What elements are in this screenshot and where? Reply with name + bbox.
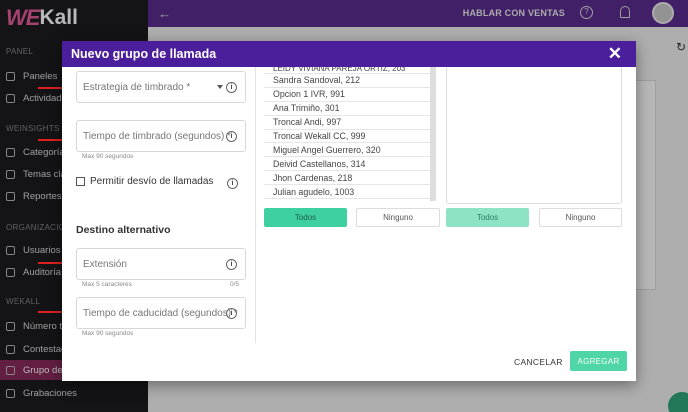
extension-hint: Max 5 caracteres: [82, 281, 132, 288]
ring-time-placeholder: Tiempo de timbrado (segundos) *: [83, 130, 232, 142]
info-icon[interactable]: i: [226, 308, 237, 319]
list-item[interactable]: Sandra Sandoval, 212: [264, 74, 430, 88]
allow-divert-label: Permitir desvío de llamadas: [90, 176, 214, 187]
list-item[interactable]: Deivid Castellanos, 314: [264, 157, 430, 172]
select-none-selected-button[interactable]: Ninguno: [539, 208, 622, 227]
info-icon[interactable]: i: [226, 259, 237, 270]
ring-time-hint: Max 90 segundos: [82, 153, 134, 160]
available-members-list[interactable]: LEIDY VIVIANA PAREJA ORTIZ, 203 Sandra S…: [264, 67, 436, 201]
list-item[interactable]: Troncal Wekall CC, 999: [264, 129, 430, 144]
select-all-button[interactable]: Todos: [264, 208, 347, 227]
selected-members-list[interactable]: [446, 67, 622, 204]
add-button[interactable]: AGREGAR: [570, 351, 627, 371]
timeout-input[interactable]: Tiempo de caducidad (segundos) * i: [76, 297, 246, 329]
extension-input[interactable]: Extensión i: [76, 248, 246, 280]
list-item[interactable]: Miguel Angel Guerrero, 320: [264, 143, 430, 158]
alt-destination-heading: Destino alternativo: [76, 224, 171, 236]
divider: [255, 67, 256, 343]
new-call-group-modal: Nuevo grupo de llamada ✕ Estrategia de t…: [62, 41, 636, 381]
timeout-placeholder: Tiempo de caducidad (segundos) *: [83, 307, 238, 319]
ring-time-input[interactable]: Tiempo de timbrado (segundos) * i: [76, 120, 246, 152]
cancel-button[interactable]: CANCELAR: [514, 357, 563, 367]
extension-counter: 0/5: [230, 281, 240, 288]
list-item[interactable]: LEIDY VIVIANA PAREJA ORTIZ, 203: [264, 67, 430, 74]
list-item[interactable]: Troncal Andi, 997: [264, 115, 430, 130]
select-none-button[interactable]: Ninguno: [356, 208, 440, 227]
select-all-selected-button[interactable]: Todos: [446, 208, 529, 227]
ring-strategy-placeholder: Estrategia de timbrado *: [83, 81, 191, 93]
timeout-hint: Max 90 segundos: [82, 330, 134, 337]
info-icon[interactable]: i: [227, 178, 238, 189]
list-item[interactable]: Jhon Cardenas, 218: [264, 171, 430, 186]
ring-strategy-select[interactable]: Estrategia de timbrado * i: [76, 71, 246, 103]
list-item[interactable]: Ana Trimiño, 301: [264, 101, 430, 116]
info-icon[interactable]: i: [226, 131, 237, 142]
list-item[interactable]: Opcion 1 IVR, 991: [264, 87, 430, 102]
chevron-down-icon: [217, 85, 223, 89]
close-icon[interactable]: ✕: [608, 44, 622, 64]
extension-placeholder: Extensión: [83, 258, 127, 270]
allow-divert-checkbox[interactable]: [76, 177, 85, 186]
modal-header: Nuevo grupo de llamada ✕: [62, 41, 636, 67]
allow-divert-row: Permitir desvío de llamadas i: [76, 176, 246, 189]
info-icon[interactable]: i: [226, 82, 237, 93]
modal-title: Nuevo grupo de llamada: [71, 47, 217, 61]
list-item[interactable]: Julian agudelo, 1003: [264, 185, 430, 200]
